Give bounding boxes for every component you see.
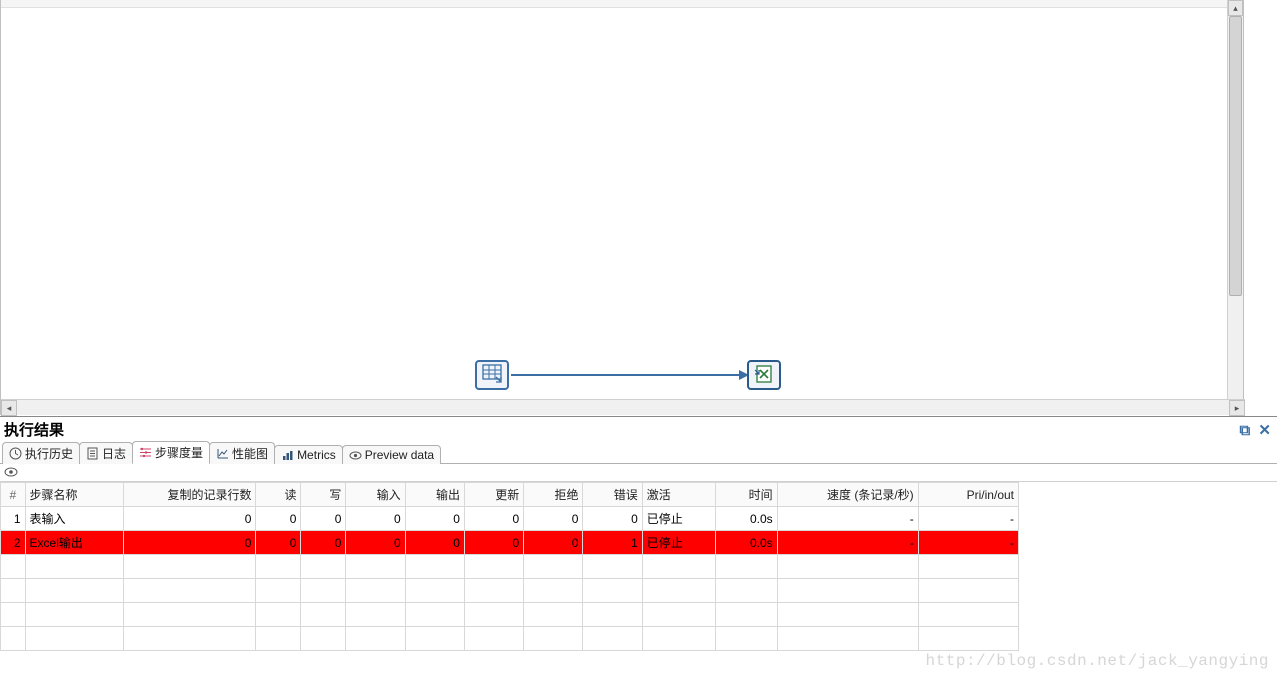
cell: 0 — [301, 531, 346, 555]
detach-icon[interactable]: ⧉ — [1238, 422, 1253, 439]
table-header-row: # 步骤名称 复制的记录行数 读 写 输入 输出 更新 拒绝 错误 激活 时间 … — [1, 483, 1019, 507]
step-node-excel-output[interactable] — [747, 360, 781, 390]
cell: 1 — [1, 507, 26, 531]
watermark: http://blog.csdn.net/jack_yangying — [926, 652, 1269, 670]
cell: 2 — [1, 531, 26, 555]
scroll-left-icon[interactable]: ◂ — [1, 400, 17, 416]
eye-icon — [349, 449, 362, 462]
metrics-icon — [281, 449, 294, 462]
tab-label: Metrics — [297, 448, 336, 462]
hop-arrow[interactable] — [511, 374, 747, 376]
cell: 0 — [524, 531, 583, 555]
col-rownum[interactable]: # — [1, 483, 26, 507]
cell: - — [918, 531, 1018, 555]
tab-step-metrics[interactable]: 步骤度量 — [132, 441, 210, 464]
table-row — [1, 555, 1019, 579]
cell: 1 — [583, 531, 642, 555]
col-error[interactable]: 错误 — [583, 483, 642, 507]
cell: 表输入 — [25, 507, 123, 531]
col-write[interactable]: 写 — [301, 483, 346, 507]
cell: 0 — [346, 507, 405, 531]
tab-log[interactable]: 日志 — [79, 442, 133, 464]
step-metrics-table: # 步骤名称 复制的记录行数 读 写 输入 输出 更新 拒绝 错误 激活 时间 … — [0, 482, 1019, 651]
vertical-scrollbar[interactable]: ▴ ▾ — [1227, 0, 1243, 415]
scroll-up-icon[interactable]: ▴ — [1228, 0, 1243, 16]
step-node-table-input[interactable] — [475, 360, 509, 390]
cell: 0.0s — [716, 531, 777, 555]
cell: 已停止 — [642, 507, 716, 531]
cell: 0 — [464, 531, 523, 555]
excel-output-icon — [754, 364, 774, 387]
col-step-name[interactable]: 步骤名称 — [25, 483, 123, 507]
scroll-thumb[interactable] — [1229, 16, 1242, 296]
chart-icon — [216, 447, 229, 460]
cell: 0 — [256, 507, 301, 531]
tab-label: 日志 — [102, 445, 126, 462]
tab-perf-chart[interactable]: 性能图 — [209, 442, 275, 464]
table-row[interactable]: 2Excel输出00000001已停止0.0s-- — [1, 531, 1019, 555]
design-canvas[interactable]: ▴ ▾ ◂ ▸ — [0, 0, 1244, 415]
results-tabs: 执行历史 日志 步骤度量 性能图 Metrics Preview data — [0, 442, 1277, 464]
close-icon[interactable]: ✕ — [1256, 422, 1273, 439]
tab-label: 性能图 — [232, 445, 268, 462]
cell: - — [777, 507, 918, 531]
results-header: 执行结果 ⧉ ✕ — [0, 417, 1277, 442]
cell: 0 — [464, 507, 523, 531]
col-read[interactable]: 读 — [256, 483, 301, 507]
cell: 0 — [301, 507, 346, 531]
cell: 0.0s — [716, 507, 777, 531]
tab-preview-data[interactable]: Preview data — [342, 445, 441, 464]
cell: 0 — [123, 531, 256, 555]
col-input[interactable]: 输入 — [346, 483, 405, 507]
table-row[interactable]: 1表输入00000000已停止0.0s-- — [1, 507, 1019, 531]
cell: 0 — [583, 507, 642, 531]
toolbar — [1, 0, 1243, 8]
eye-icon — [4, 466, 18, 480]
tab-label: 步骤度量 — [155, 444, 203, 461]
cell: 已停止 — [642, 531, 716, 555]
cell: 0 — [123, 507, 256, 531]
col-speed[interactable]: 速度 (条记录/秒) — [777, 483, 918, 507]
cell: 0 — [346, 531, 405, 555]
execution-results-panel: 执行结果 ⧉ ✕ 执行历史 日志 步骤度量 性能图 Metrics Prev — [0, 416, 1277, 651]
cell: - — [777, 531, 918, 555]
col-reject[interactable]: 拒绝 — [524, 483, 583, 507]
col-active[interactable]: 激活 — [642, 483, 716, 507]
history-icon — [9, 447, 22, 460]
tab-label: 执行历史 — [25, 445, 73, 462]
cell: - — [918, 507, 1018, 531]
cell: 0 — [256, 531, 301, 555]
col-output[interactable]: 输出 — [405, 483, 464, 507]
cell: 0 — [405, 507, 464, 531]
col-time[interactable]: 时间 — [716, 483, 777, 507]
cell: 0 — [524, 507, 583, 531]
table-row — [1, 627, 1019, 651]
table-row — [1, 579, 1019, 603]
horizontal-scrollbar[interactable]: ◂ ▸ — [1, 399, 1245, 415]
tab-metrics[interactable]: Metrics — [274, 445, 343, 464]
col-copy[interactable]: 复制的记录行数 — [123, 483, 256, 507]
col-pri[interactable]: Pri/in/out — [918, 483, 1018, 507]
results-title: 执行结果 — [4, 419, 64, 440]
cell: Excel输出 — [25, 531, 123, 555]
filter-row[interactable] — [0, 464, 1277, 482]
scroll-right-icon[interactable]: ▸ — [1229, 400, 1245, 416]
table-row — [1, 603, 1019, 627]
step-metrics-icon — [139, 446, 152, 459]
col-update[interactable]: 更新 — [464, 483, 523, 507]
cell: 0 — [405, 531, 464, 555]
tab-label: Preview data — [365, 448, 434, 462]
table-input-icon — [482, 364, 502, 387]
log-icon — [86, 447, 99, 460]
tab-exec-history[interactable]: 执行历史 — [2, 442, 80, 464]
